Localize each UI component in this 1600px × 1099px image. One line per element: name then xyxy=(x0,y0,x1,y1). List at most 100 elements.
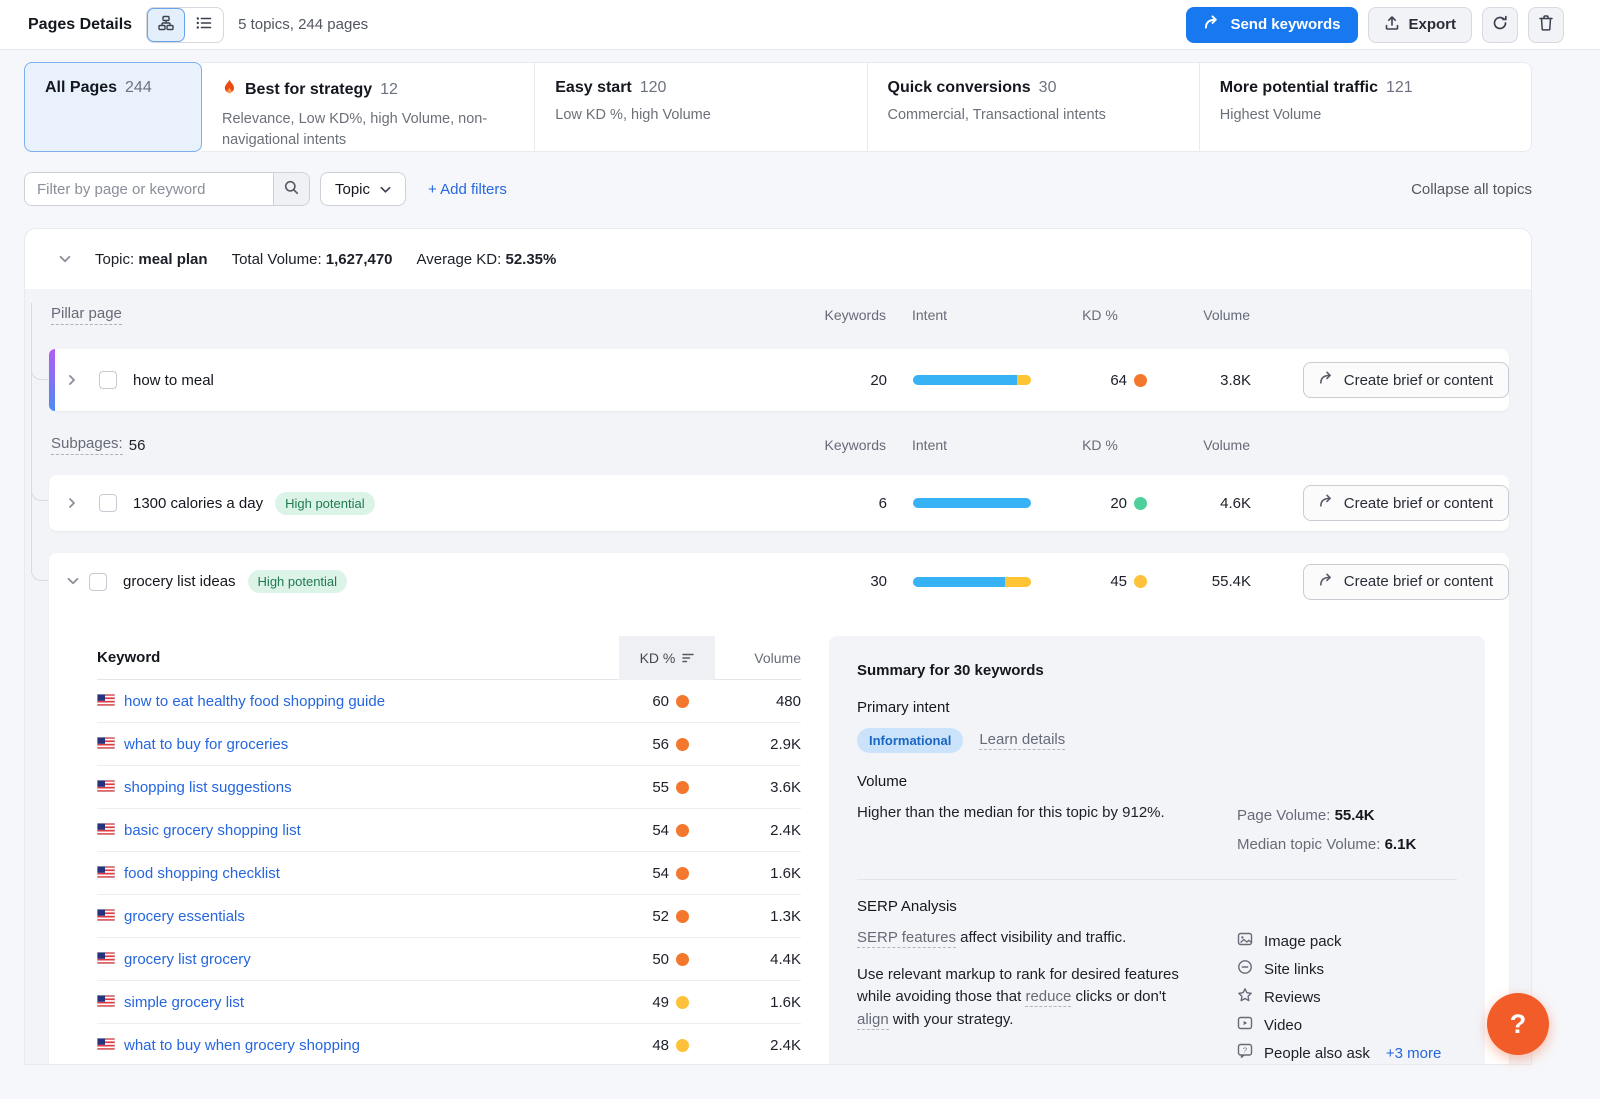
tab-all-pages-label: All Pages xyxy=(45,79,117,97)
video-icon xyxy=(1237,1015,1253,1035)
subpage-title[interactable]: 1300 calories a day xyxy=(133,495,263,512)
us-flag-icon xyxy=(97,1037,115,1054)
search-icon xyxy=(284,180,299,199)
tab-all-pages[interactable]: All Pages244 xyxy=(24,62,202,152)
keyword-header: Keyword xyxy=(97,649,619,666)
keyword-link[interactable]: how to eat healthy food shopping guide xyxy=(124,693,385,710)
learn-details-link[interactable]: Learn details xyxy=(979,731,1065,750)
us-flag-icon xyxy=(97,822,115,839)
kd-sort-header[interactable]: KD % xyxy=(619,636,715,680)
serp-features-list: Image pack Site links Reviews xyxy=(1237,927,1441,1064)
topic-filter-dropdown[interactable]: Topic xyxy=(320,172,406,206)
send-keywords-label: Send keywords xyxy=(1230,16,1340,33)
primary-intent-label: Primary intent xyxy=(857,699,1457,716)
topics-pages-count: 5 topics, 244 pages xyxy=(238,16,368,33)
list-view-button[interactable] xyxy=(185,8,223,42)
list-icon xyxy=(196,15,212,35)
us-flag-icon xyxy=(97,994,115,1011)
page-tabs: All Pages244 Best for strategy 12 Releva… xyxy=(24,62,1532,152)
subpage-row[interactable]: 1300 calories a day High potential 6 20 … xyxy=(49,475,1509,531)
export-button[interactable]: Export xyxy=(1368,7,1472,43)
chevron-down-icon[interactable] xyxy=(67,573,79,590)
serp-features-link[interactable]: SERP features xyxy=(857,929,956,948)
tree-connector xyxy=(31,303,48,581)
delete-button[interactable] xyxy=(1528,7,1564,43)
high-potential-badge: High potential xyxy=(248,570,348,593)
topic-tree: Pillar page Keywords Intent KD % Volume … xyxy=(25,289,1531,1064)
subpages-label[interactable]: Subpages: xyxy=(51,435,123,455)
send-keywords-button[interactable]: Send keywords xyxy=(1186,7,1358,43)
intent-bar xyxy=(913,375,1031,385)
chevron-right-icon[interactable] xyxy=(67,374,89,386)
row-checkbox[interactable] xyxy=(89,573,107,591)
kd-dot xyxy=(1134,575,1147,588)
intent-bar xyxy=(913,577,1031,587)
row-checkbox[interactable] xyxy=(99,494,117,512)
keyword-link[interactable]: grocery list grocery xyxy=(124,951,251,968)
keyword-link[interactable]: basic grocery shopping list xyxy=(124,822,301,839)
keyword-link[interactable]: shopping list suggestions xyxy=(124,779,292,796)
tree-view-button[interactable] xyxy=(147,8,185,42)
tab-best-for-strategy[interactable]: Best for strategy 12 Relevance, Low KD%,… xyxy=(202,63,534,151)
serp-text-2c: with your strategy. xyxy=(889,1011,1014,1028)
top-bar: Pages Details 5 topics, 244 pages Send k… xyxy=(0,0,1600,50)
flame-icon xyxy=(222,79,237,101)
svg-text:?: ? xyxy=(1243,1045,1247,1054)
subpages-count: 56 xyxy=(129,437,146,454)
keyword-table-row: what to buy when grocery shopping482.4K xyxy=(97,1024,801,1064)
page-volume-value: 55.4K xyxy=(1335,807,1375,824)
topic-chevron-down-icon[interactable] xyxy=(59,255,71,264)
us-flag-icon xyxy=(97,908,115,925)
align-link[interactable]: align xyxy=(857,1011,889,1030)
row-checkbox[interactable] xyxy=(99,371,117,389)
kd-dot xyxy=(676,953,689,966)
kd-dot xyxy=(1134,374,1147,387)
serp-feature-label: Video xyxy=(1264,1017,1302,1034)
kd-value: 50 xyxy=(645,951,669,968)
add-filters-link[interactable]: + Add filters xyxy=(428,181,507,198)
pillar-page-title[interactable]: how to meal xyxy=(133,372,214,389)
chevron-right-icon[interactable] xyxy=(67,497,89,509)
volume-value: 4.4K xyxy=(715,951,801,968)
search-input[interactable] xyxy=(25,173,273,205)
refresh-button[interactable] xyxy=(1482,7,1518,43)
subpage-row-expanded-card: grocery list ideas High potential 30 45 … xyxy=(49,553,1509,1064)
reduce-link[interactable]: reduce xyxy=(1025,988,1071,1007)
subpage-row[interactable]: grocery list ideas High potential 30 45 … xyxy=(49,553,1509,610)
collapse-all-topics-link[interactable]: Collapse all topics xyxy=(1411,181,1532,198)
keyword-link[interactable]: what to buy for groceries xyxy=(124,736,288,753)
kd-dot xyxy=(676,824,689,837)
more-features-link[interactable]: +3 more xyxy=(1386,1045,1441,1062)
intent-column-header: Intent xyxy=(912,437,1030,453)
pillar-page-row[interactable]: how to meal 20 64 3.8K Create brief or c… xyxy=(49,349,1509,411)
keyword-link[interactable]: grocery essentials xyxy=(124,908,245,925)
kd-dot xyxy=(1134,497,1147,510)
help-button[interactable]: ? xyxy=(1487,993,1549,1055)
tab-best-for-strategy-label: Best for strategy xyxy=(245,81,372,99)
keyword-link[interactable]: food shopping checklist xyxy=(124,865,280,882)
topic-header[interactable]: Topic: meal plan Total Volume: 1,627,470… xyxy=(25,229,1531,289)
tab-more-potential-traffic[interactable]: More potential traffic121 Highest Volume xyxy=(1199,63,1531,151)
keywords-column-header: Keywords xyxy=(786,307,886,323)
summary-panel: Summary for 30 keywords Primary intent I… xyxy=(829,636,1485,1064)
volume-value: 480 xyxy=(715,693,801,710)
tab-easy-start[interactable]: Easy start120 Low KD %, high Volume xyxy=(534,63,866,151)
create-brief-button[interactable]: Create brief or content xyxy=(1303,362,1509,398)
subpage-title[interactable]: grocery list ideas xyxy=(123,573,236,590)
serp-feature-item: Image pack xyxy=(1237,927,1441,955)
keyword-link[interactable]: simple grocery list xyxy=(124,994,244,1011)
tab-easy-start-count: 120 xyxy=(640,79,667,97)
create-brief-button[interactable]: Create brief or content xyxy=(1303,564,1509,600)
keywords-count: 6 xyxy=(787,495,887,512)
kd-value: 54 xyxy=(645,822,669,839)
create-brief-arrow-icon xyxy=(1319,573,1335,591)
tab-quick-conversions[interactable]: Quick conversions30 Commercial, Transact… xyxy=(867,63,1199,151)
keyword-link[interactable]: what to buy when grocery shopping xyxy=(124,1037,360,1054)
pillar-page-label[interactable]: Pillar page xyxy=(51,305,122,325)
create-brief-button[interactable]: Create brief or content xyxy=(1303,485,1509,521)
total-volume-label: Total Volume: xyxy=(232,251,322,268)
kd-value: 48 xyxy=(645,1037,669,1054)
search-button[interactable] xyxy=(273,173,309,205)
keyword-table-row: food shopping checklist541.6K xyxy=(97,852,801,895)
topic-filter-label: Topic xyxy=(335,181,370,198)
